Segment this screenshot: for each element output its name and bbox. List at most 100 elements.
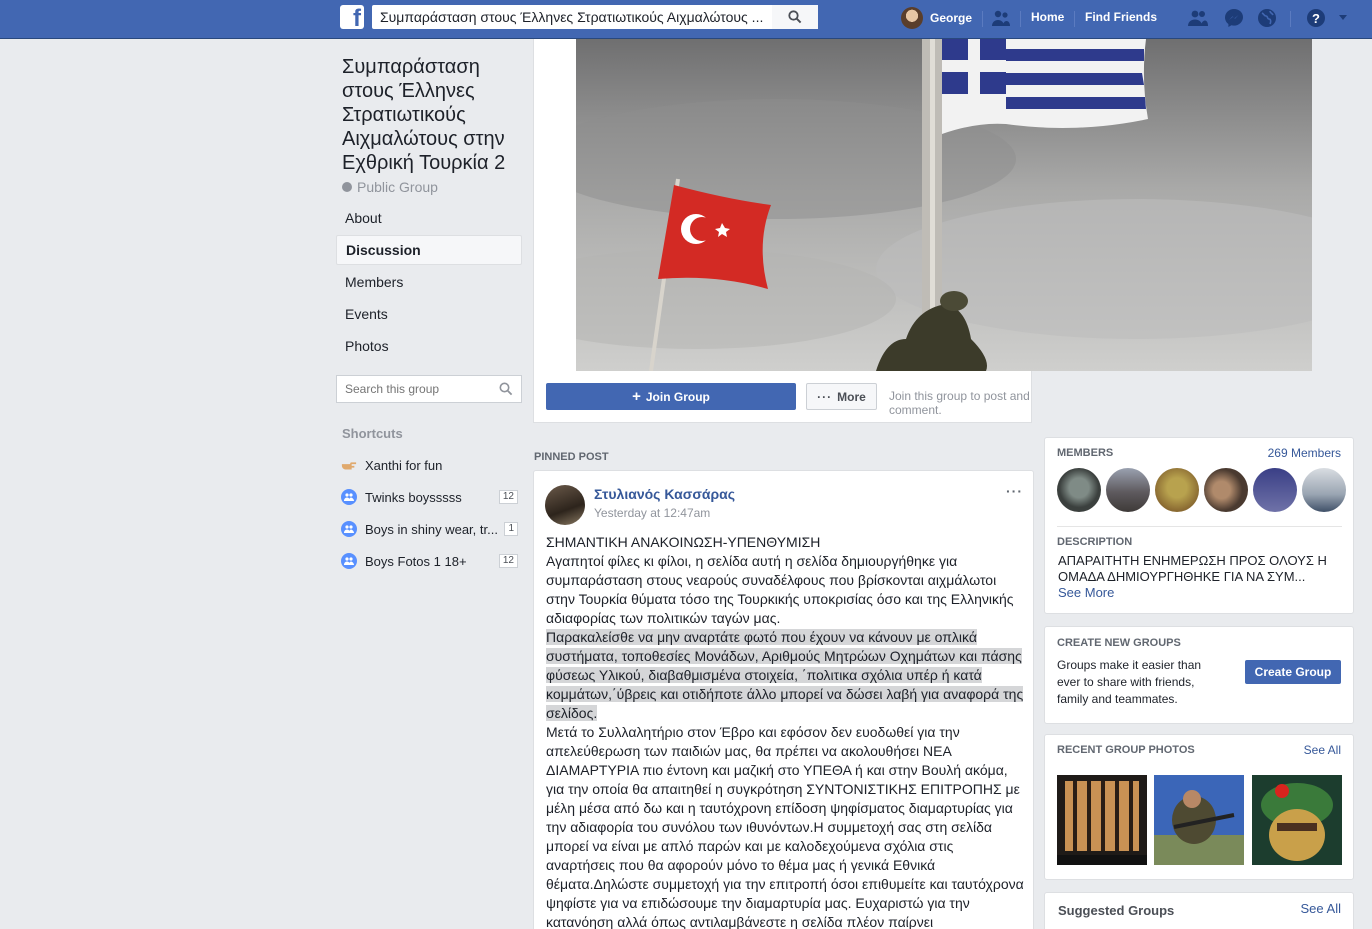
nav-divider bbox=[1020, 11, 1021, 27]
recent-photo[interactable] bbox=[1154, 775, 1244, 865]
help-icon[interactable]: ? bbox=[1305, 7, 1327, 29]
unread-count-badge: 12 bbox=[498, 554, 518, 568]
create-groups-heading: CREATE NEW GROUPS bbox=[1057, 637, 1181, 649]
group-title[interactable]: Συμπαράσταση στους Έλληνες Στρατιωτικούς… bbox=[336, 55, 516, 175]
suggested-groups-card: Suggested Groups See All bbox=[1044, 892, 1354, 929]
member-avatar[interactable] bbox=[1155, 468, 1199, 512]
friend-requests-icon[interactable] bbox=[1187, 7, 1209, 29]
unread-count-badge: 1 bbox=[504, 522, 518, 536]
group-search-input[interactable] bbox=[337, 376, 487, 402]
create-groups-card: CREATE NEW GROUPS Groups make it easier … bbox=[1044, 626, 1354, 724]
account-menu-arrow-icon[interactable] bbox=[1332, 7, 1354, 29]
nav-divider bbox=[982, 11, 983, 27]
menu-item-about[interactable]: About bbox=[336, 203, 522, 233]
left-sidebar: Συμπαράσταση στους Έλληνες Στρατιωτικούς… bbox=[336, 39, 522, 577]
join-hint-text: Join this group to post and comment. bbox=[889, 389, 1030, 417]
group-type-label: Public Group bbox=[357, 179, 438, 195]
recent-photos-heading: RECENT GROUP PHOTOS bbox=[1057, 744, 1195, 756]
more-label: More bbox=[837, 389, 866, 404]
shortcut-label: Boys Fotos 1 18+ bbox=[365, 553, 467, 569]
profile-link[interactable]: George bbox=[901, 5, 972, 31]
member-avatars bbox=[1057, 468, 1346, 512]
member-avatar[interactable] bbox=[1057, 468, 1101, 512]
post-paragraph: Αγαπητοί φίλες κι φίλοι, η σελίδα αυτή η… bbox=[546, 553, 1014, 626]
post-author-link[interactable]: Στυλιανός Κασσάρας bbox=[594, 486, 735, 502]
shortcut-item[interactable]: Twinks boysssss 12 bbox=[336, 481, 522, 513]
facebook-logo-icon[interactable]: f bbox=[340, 5, 364, 29]
shortcuts-heading: Shortcuts bbox=[342, 426, 403, 441]
members-count-link[interactable]: 269 Members bbox=[1268, 446, 1341, 460]
more-button[interactable]: ··· More bbox=[806, 383, 877, 410]
search-icon bbox=[788, 10, 802, 24]
suggested-groups-heading: Suggested Groups bbox=[1058, 903, 1175, 918]
see-all-photos-link[interactable]: See All bbox=[1304, 743, 1341, 757]
shortcut-item[interactable]: Xanthi for fun bbox=[336, 449, 522, 481]
group-icon bbox=[341, 521, 357, 537]
plus-icon: + bbox=[632, 388, 641, 405]
member-avatar[interactable] bbox=[1302, 468, 1346, 512]
pinned-post: Στυλιανός Κασσάρας Yesterday at 12:47am … bbox=[533, 470, 1034, 929]
join-group-label: Join Group bbox=[645, 389, 710, 404]
pointing-hand-icon bbox=[341, 457, 357, 473]
nav-divider bbox=[1074, 11, 1075, 27]
global-search-input[interactable] bbox=[372, 5, 772, 29]
description-text: ΑΠΑΡΑΙΤΗΤΗ ΕΝΗΜΕΡΩΣΗ ΠΡΟΣ ΟΛΟΥΣ Η ΟΜΑΔΑ … bbox=[1058, 553, 1343, 601]
group-search[interactable] bbox=[336, 375, 522, 403]
shortcuts-list: Xanthi for fun Twinks boysssss 12 Boys i… bbox=[336, 449, 522, 577]
pinned-post-label: PINNED POST bbox=[534, 451, 609, 463]
top-navigation-bar: f George Home Find Friends ? bbox=[0, 0, 1372, 39]
group-icon bbox=[341, 489, 357, 505]
post-options-icon[interactable]: ··· bbox=[1006, 483, 1023, 499]
menu-item-photos[interactable]: Photos bbox=[336, 331, 522, 361]
member-avatar[interactable] bbox=[1253, 468, 1297, 512]
join-group-button[interactable]: + Join Group bbox=[546, 383, 796, 410]
create-group-button[interactable]: Create Group bbox=[1245, 660, 1341, 684]
recent-photo[interactable] bbox=[1252, 775, 1342, 865]
shortcut-item[interactable]: Boys Fotos 1 18+ 12 bbox=[336, 545, 522, 577]
create-groups-text: Groups make it easier than ever to share… bbox=[1057, 658, 1202, 706]
shortcut-item[interactable]: Boys in shiny wear, tr... 1 bbox=[336, 513, 522, 545]
recent-photo[interactable] bbox=[1057, 775, 1147, 865]
group-icon bbox=[341, 553, 357, 569]
shortcut-label: Xanthi for fun bbox=[365, 457, 443, 473]
ellipsis-icon: ··· bbox=[817, 389, 833, 404]
group-cover-photo[interactable] bbox=[576, 39, 1312, 371]
search-icon[interactable] bbox=[499, 382, 513, 396]
post-timestamp[interactable]: Yesterday at 12:47am bbox=[594, 506, 710, 520]
home-link[interactable]: Home bbox=[1031, 10, 1064, 24]
member-avatar[interactable] bbox=[1106, 468, 1150, 512]
description-heading: DESCRIPTION bbox=[1057, 536, 1133, 548]
see-all-suggested-link[interactable]: See All bbox=[1301, 901, 1341, 916]
members-card: MEMBERS 269 Members DESCRIPTION ΑΠΑΡΑΙΤΗ… bbox=[1044, 437, 1354, 614]
post-title-line: ΣΗΜΑΝΤΙΚΗ ΑΝΑΚΟΙΝΩΣΗ-ΥΠΕΝΘΥΜΙΣΗ bbox=[546, 534, 821, 550]
post-highlighted-text: Παρακαλείσθε να μην αναρτάτε φωτό που έχ… bbox=[546, 629, 1024, 721]
groups-icon[interactable] bbox=[990, 7, 1012, 29]
group-menu: About Discussion Members Events Photos bbox=[336, 203, 522, 361]
see-more-link[interactable]: See More bbox=[1058, 585, 1114, 600]
unread-count-badge: 12 bbox=[498, 490, 518, 504]
shortcut-label: Boys in shiny wear, tr... bbox=[365, 521, 498, 537]
menu-item-members[interactable]: Members bbox=[336, 267, 522, 297]
find-friends-link[interactable]: Find Friends bbox=[1085, 10, 1157, 24]
globe-icon bbox=[342, 182, 352, 192]
search-button[interactable] bbox=[772, 5, 818, 29]
user-avatar bbox=[901, 7, 923, 29]
nav-divider bbox=[1290, 11, 1291, 27]
menu-item-discussion[interactable]: Discussion bbox=[336, 235, 522, 265]
members-heading: MEMBERS bbox=[1057, 447, 1114, 459]
member-avatar[interactable] bbox=[1204, 468, 1248, 512]
author-avatar[interactable] bbox=[545, 485, 585, 525]
user-name: George bbox=[930, 11, 973, 25]
recent-photos-card: RECENT GROUP PHOTOS See All bbox=[1044, 734, 1354, 880]
divider bbox=[1057, 526, 1342, 527]
menu-item-events[interactable]: Events bbox=[336, 299, 522, 329]
post-paragraph: Μετά το Συλλαλητήριο στον Έβρο και εφόσο… bbox=[546, 724, 1024, 929]
global-search[interactable] bbox=[372, 5, 818, 29]
messenger-icon[interactable] bbox=[1223, 7, 1245, 29]
shortcut-label: Twinks boysssss bbox=[365, 489, 462, 505]
group-cover-section: + Join Group ··· More Join this group to… bbox=[533, 39, 1312, 423]
svg-text:?: ? bbox=[1312, 11, 1320, 26]
post-body: ΣΗΜΑΝΤΙΚΗ ΑΝΑΚΟΙΝΩΣΗ-ΥΠΕΝΘΥΜΙΣΗ Αγαπητοί… bbox=[546, 533, 1024, 929]
notifications-globe-icon[interactable] bbox=[1256, 7, 1278, 29]
group-privacy: Public Group bbox=[336, 179, 522, 195]
